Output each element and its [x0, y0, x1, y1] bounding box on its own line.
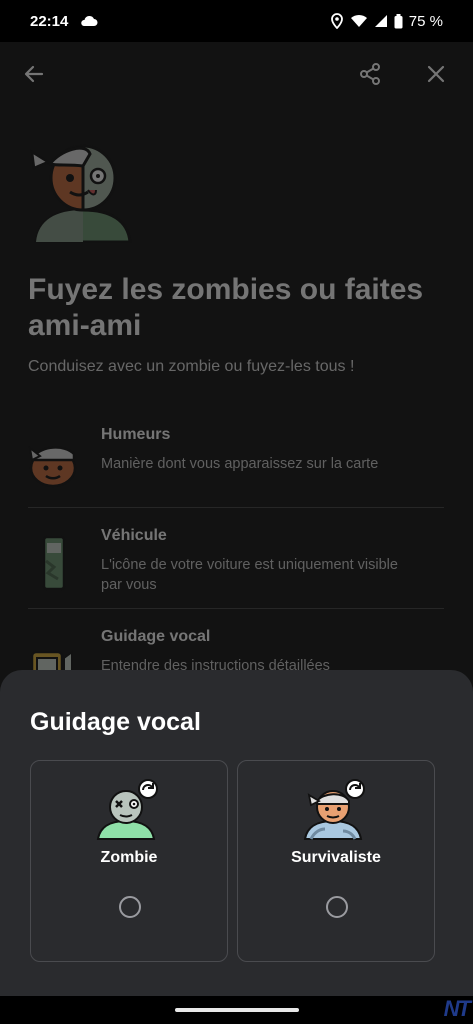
signal-icon — [374, 14, 388, 28]
setting-description: L'icône de votre voiture est uniquement … — [101, 557, 398, 593]
voice-guidance-sheet: Guidage vocal Zombie Survivaliste — [0, 670, 473, 996]
option-zombie[interactable]: Zombie — [30, 760, 228, 962]
option-label: Zombie — [100, 849, 158, 866]
navigation-bar — [0, 996, 473, 1024]
survivalist-avatar-icon — [303, 779, 369, 841]
mood-icon — [28, 434, 78, 490]
zombie-survivor-hero-icon — [28, 134, 138, 244]
close-icon[interactable] — [424, 62, 448, 86]
share-icon[interactable] — [358, 62, 382, 86]
gesture-handle[interactable] — [175, 1008, 299, 1012]
setting-title: Véhicule — [101, 527, 167, 544]
battery-icon — [394, 13, 403, 29]
back-arrow-icon[interactable] — [22, 62, 46, 86]
setting-title: Guidage vocal — [101, 628, 211, 645]
wifi-icon — [350, 14, 368, 28]
status-time: 22:14 — [30, 12, 69, 30]
setting-vehicle[interactable]: Véhicule L'icône de votre voiture est un… — [28, 527, 444, 609]
status-bar: 22:14 75 % — [0, 0, 473, 42]
watermark-logo: NT — [443, 996, 471, 1021]
vehicle-icon — [28, 535, 78, 591]
radio-button[interactable] — [326, 896, 348, 918]
cloud-icon — [80, 15, 98, 27]
top-app-bar — [0, 42, 473, 106]
setting-description: Manière dont vous apparaissez sur la car… — [101, 456, 379, 472]
page-title: Fuyez les zombies ou faites ami-ami — [28, 273, 424, 342]
battery-percent: 75 % — [408, 12, 443, 30]
page-subtitle: Conduisez avec un zombie ou fuyez-les to… — [28, 358, 355, 375]
radio-button[interactable] — [119, 896, 141, 918]
sheet-title: Guidage vocal — [30, 708, 201, 736]
setting-mood[interactable]: Humeurs Manière dont vous apparaissez su… — [28, 426, 444, 508]
option-label: Survivaliste — [291, 849, 381, 866]
option-survivalist[interactable]: Survivaliste — [237, 760, 435, 962]
setting-title: Humeurs — [101, 426, 171, 443]
location-icon — [330, 13, 344, 29]
zombie-avatar-icon — [96, 779, 162, 841]
